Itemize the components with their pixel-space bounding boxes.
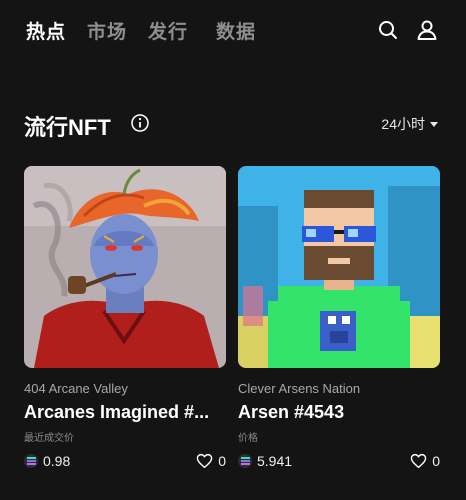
like-button[interactable]: 0 bbox=[196, 453, 226, 469]
nft-artwork-arcane bbox=[24, 166, 226, 368]
section-title: 流行NFT bbox=[24, 115, 111, 140]
like-count: 0 bbox=[218, 453, 226, 469]
time-filter-dropdown[interactable]: 24小时 bbox=[381, 114, 438, 134]
solana-icon bbox=[238, 454, 252, 468]
price-row: 0.98 0 bbox=[24, 453, 226, 469]
price-label: 价格 bbox=[238, 433, 258, 444]
tab-market[interactable]: 市场 bbox=[87, 17, 127, 44]
like-count: 0 bbox=[432, 453, 440, 469]
price-value: 5.941 bbox=[257, 453, 293, 469]
tab-launch[interactable]: 发行 bbox=[148, 17, 188, 44]
nft-card[interactable]: Clever Arsens Nation Arsen #4543 价格 5.94… bbox=[238, 166, 440, 469]
caret-down-icon bbox=[430, 121, 438, 127]
nft-card[interactable]: 404 Arcane Valley Arcanes Imagined #... … bbox=[24, 166, 226, 469]
top-navigation: 热点 市场 发行 数据 bbox=[0, 0, 466, 62]
price-label: 最近成交价 bbox=[24, 433, 74, 444]
price-group: 0.98 bbox=[24, 453, 70, 469]
nft-artwork-arsen bbox=[238, 166, 440, 368]
collection-name[interactable]: 404 Arcane Valley bbox=[24, 381, 226, 396]
nft-title[interactable]: Arcanes Imagined #... bbox=[24, 402, 226, 423]
nft-title[interactable]: Arsen #4543 bbox=[238, 402, 440, 423]
price-row: 5.941 0 bbox=[238, 453, 440, 469]
nft-image bbox=[238, 166, 440, 368]
price-value: 0.98 bbox=[43, 453, 71, 469]
nft-image bbox=[24, 166, 226, 368]
tab-hot[interactable]: 热点 bbox=[26, 17, 66, 44]
solana-icon bbox=[24, 454, 38, 468]
time-filter-label: 24小时 bbox=[381, 116, 425, 132]
tab-data[interactable]: 数据 bbox=[216, 17, 256, 44]
price-group: 5.941 bbox=[238, 453, 292, 469]
like-button[interactable]: 0 bbox=[410, 453, 440, 469]
profile-icon[interactable] bbox=[415, 18, 439, 42]
info-icon[interactable] bbox=[130, 113, 150, 133]
search-icon[interactable] bbox=[376, 18, 400, 42]
collection-name[interactable]: Clever Arsens Nation bbox=[238, 381, 440, 396]
heart-icon bbox=[196, 453, 213, 469]
heart-icon bbox=[410, 453, 427, 469]
